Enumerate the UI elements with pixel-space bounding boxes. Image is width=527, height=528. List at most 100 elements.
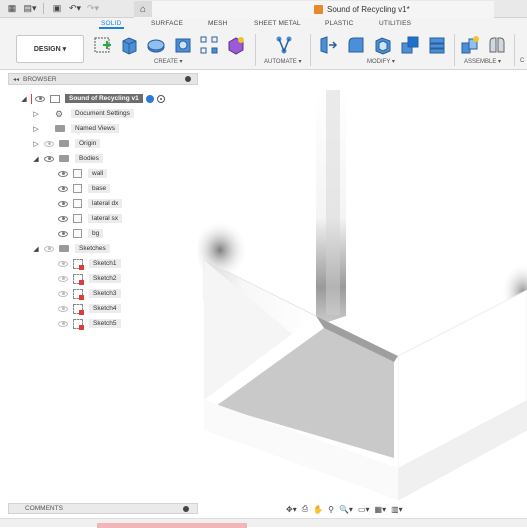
tree-item-label: lateral sx (88, 214, 123, 223)
tree-item-body[interactable]: base (58, 182, 111, 195)
automate-group-label[interactable]: AUTOMATE ▾ (264, 58, 301, 65)
automate-icon[interactable] (274, 35, 294, 55)
pattern-icon[interactable] (199, 35, 219, 55)
design-cube-icon (314, 5, 323, 14)
revolve-icon[interactable] (146, 35, 166, 55)
joint-icon[interactable] (487, 35, 507, 55)
tree-item-body[interactable]: wall (58, 167, 108, 180)
activate-component-icon[interactable] (145, 94, 154, 103)
visibility-eye-icon[interactable] (58, 275, 68, 282)
grid-icon[interactable]: ▦▾ (375, 505, 387, 514)
tab-solid[interactable]: SOLID (99, 20, 123, 29)
expand-arrow-icon[interactable]: ▷ (32, 110, 40, 118)
visibility-eye-icon[interactable] (44, 155, 54, 162)
expand-arrow-icon[interactable]: ◢ (20, 95, 28, 103)
tree-item-body[interactable]: lateral sx (58, 212, 123, 225)
body-icon (73, 169, 82, 178)
target-radio-icon[interactable] (156, 94, 165, 103)
tree-root[interactable]: ◢ Sound of Recycling v1 (20, 92, 165, 105)
tree-item-body[interactable]: lateral dx (58, 197, 123, 210)
combine-icon[interactable] (400, 35, 420, 55)
tab-utilities[interactable]: UTILITIES (379, 20, 411, 27)
tree-item-label: Sketch4 (89, 304, 121, 313)
expand-arrow-icon[interactable]: ◢ (32, 245, 40, 253)
visibility-eye-icon[interactable] (58, 230, 68, 237)
tree-item-label: base (88, 184, 111, 193)
separator (514, 34, 515, 66)
3d-viewport[interactable] (198, 70, 527, 500)
zoom-icon[interactable]: ⚲ (328, 505, 334, 514)
tab-mesh[interactable]: MESH (208, 20, 228, 27)
add-comment-icon[interactable] (183, 505, 189, 512)
split-body-icon[interactable] (427, 35, 447, 55)
tree-item-sketch[interactable]: Sketch2 (58, 272, 121, 285)
tree-item-sketch[interactable]: Sketch5 (58, 317, 121, 330)
file-menu-icon[interactable]: ▤▾ (22, 2, 38, 16)
assemble-group-label[interactable]: ASSEMBLE ▾ (464, 58, 501, 65)
visibility-eye-icon[interactable] (58, 170, 68, 177)
tab-plastic[interactable]: PLASTIC (325, 20, 354, 27)
timeline-highlight (97, 523, 247, 528)
create-form-icon[interactable] (226, 35, 246, 55)
hole-icon[interactable] (173, 35, 193, 55)
tree-item-body[interactable]: bg (58, 227, 104, 240)
visibility-eye-icon[interactable] (58, 320, 68, 327)
separator (310, 34, 311, 66)
modify-group-label[interactable]: MODIFY ▾ (367, 58, 395, 65)
construct-group-label[interactable]: C (520, 58, 524, 64)
tree-item-sketches[interactable]: ◢ Sketches (32, 242, 110, 255)
create-sketch-icon[interactable] (93, 35, 113, 55)
visibility-eye-icon[interactable] (58, 215, 68, 222)
body-icon (73, 184, 82, 193)
browser-header[interactable]: ◂◂ BROWSER (8, 73, 198, 85)
document-tab[interactable]: Sound of Recycling v1* (134, 1, 494, 18)
orbit-icon[interactable]: ✥▾ (286, 505, 297, 514)
create-group-label[interactable]: CREATE ▾ (154, 58, 183, 65)
expand-arrow-icon[interactable]: ▷ (32, 125, 40, 133)
tree-item-sketch[interactable]: Sketch4 (58, 302, 121, 315)
visibility-eye-icon[interactable] (44, 140, 54, 147)
workspace-dropdown[interactable]: DESIGN ▾ (16, 35, 84, 63)
shell-icon[interactable] (373, 35, 393, 55)
home-icon[interactable]: ⌂ (134, 1, 152, 17)
collapse-panel-icon[interactable]: ◂◂ (13, 76, 19, 83)
viewports-icon[interactable]: ▥▾ (391, 505, 403, 514)
visibility-eye-icon[interactable] (58, 260, 68, 267)
fillet-icon[interactable] (346, 35, 366, 55)
tree-item-named-views[interactable]: ▷ Named Views (32, 122, 119, 135)
pan-icon[interactable]: ✋ (313, 505, 323, 514)
visibility-eye-icon[interactable] (58, 290, 68, 297)
fit-icon[interactable]: 🔍▾ (339, 505, 353, 514)
new-component-icon[interactable] (460, 35, 480, 55)
look-at-icon[interactable]: ⎙ (302, 504, 308, 514)
sketch-icon (73, 258, 84, 270)
tree-item-bodies[interactable]: ◢ Bodies (32, 152, 103, 165)
undo-icon[interactable]: ↶▾ (67, 2, 83, 16)
display-settings-icon[interactable]: ▭▾ (358, 505, 370, 514)
visibility-eye-icon[interactable] (44, 245, 54, 252)
visibility-eye-icon[interactable] (58, 200, 68, 207)
workspace-tabs: SOLID SURFACE MESH SHEET METAL PLASTIC U… (0, 18, 527, 30)
visibility-eye-icon[interactable] (58, 185, 68, 192)
gear-icon: ⚙ (55, 108, 64, 119)
tree-item-label: Sketch1 (89, 259, 121, 268)
apps-grid-icon[interactable]: ▦ (4, 2, 20, 16)
save-icon[interactable]: ▣ (49, 2, 65, 16)
panel-options-icon[interactable] (185, 76, 191, 82)
tab-surface[interactable]: SURFACE (151, 20, 183, 27)
tree-item-origin[interactable]: ▷ Origin (32, 137, 101, 150)
extrude-icon[interactable] (119, 35, 139, 55)
tree-item-sketch[interactable]: Sketch1 (58, 257, 121, 270)
tree-item-document-settings[interactable]: ▷ ⚙ Document Settings (32, 107, 134, 120)
comments-panel[interactable]: COMMENTS (8, 503, 198, 514)
visibility-eye-icon[interactable] (58, 305, 68, 312)
active-marker (31, 93, 32, 104)
tree-item-sketch[interactable]: Sketch3 (58, 287, 121, 300)
redo-icon[interactable]: ↷▾ (85, 2, 101, 16)
expand-arrow-icon[interactable]: ▷ (32, 140, 40, 148)
folder-icon (55, 125, 65, 132)
press-pull-icon[interactable] (318, 35, 338, 55)
expand-arrow-icon[interactable]: ◢ (32, 155, 40, 163)
tab-sheet-metal[interactable]: SHEET METAL (254, 20, 301, 27)
visibility-eye-icon[interactable] (35, 95, 45, 102)
